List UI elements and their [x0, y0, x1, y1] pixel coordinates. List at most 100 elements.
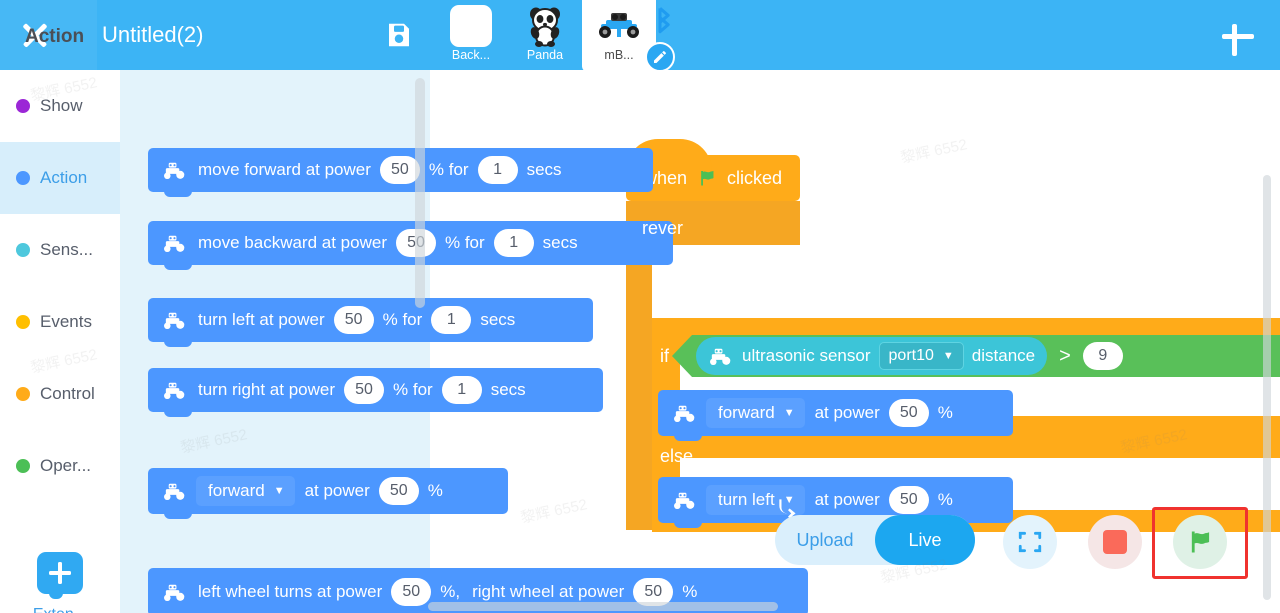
sidebar-label-control: Control [40, 384, 95, 403]
port-dropdown[interactable]: port10 ▼ [878, 342, 964, 370]
panda-sprite-icon [523, 5, 567, 47]
tab-backdrop[interactable]: Back... [434, 0, 508, 72]
category-dot-events [16, 315, 30, 329]
label-at-power: at power [304, 481, 370, 500]
pencil-icon [654, 51, 666, 63]
palette-block-turn-left[interactable]: turn left at power 50 % for 1 secs [148, 298, 593, 347]
block-move-direction-if[interactable]: forward ▼ at power 50 % [658, 390, 1013, 441]
palette-block-move-backward[interactable]: move backward at power 50 % for 1 secs [148, 221, 673, 270]
block-ultrasonic-sensor[interactable]: ultrasonic sensor port10 ▼ distance [696, 337, 1048, 375]
sidebar-label-sensing: Sens... [40, 240, 93, 259]
secs-input[interactable]: 1 [441, 376, 482, 404]
port-value: port10 [888, 347, 934, 364]
label-percent-for: % for [393, 380, 433, 399]
upload-mode-option[interactable]: Upload [775, 515, 875, 565]
sidebar-label-show: Show [40, 96, 83, 115]
power-input[interactable]: 50 [378, 477, 419, 505]
hex-left-cap [672, 335, 692, 377]
tab-label-mbot: mB... [604, 48, 634, 62]
label: turn right at power [198, 380, 336, 399]
bluetooth-icon [658, 7, 670, 34]
label: turn left at power [198, 310, 325, 329]
power-input[interactable]: 50 [379, 156, 420, 184]
canvas-vertical-scrollbar[interactable] [1263, 175, 1271, 600]
palette-block-move-forward[interactable]: move forward at power 50 % for 1 secs [148, 148, 653, 197]
percent-label-else: % [937, 490, 953, 509]
forever-left-wall [626, 245, 652, 520]
chevron-down-icon: ▼ [273, 485, 285, 497]
label-right-wheel: right wheel at power [472, 582, 625, 601]
operator-symbol: > [1059, 344, 1071, 367]
if-label: if [660, 346, 669, 366]
mbot-icon [164, 483, 185, 501]
category-dot-sensing [16, 243, 30, 257]
power-input-else[interactable]: 50 [888, 486, 929, 514]
category-dot-operators [16, 459, 30, 473]
palette-block-move-direction[interactable]: forward ▼ at power 50 % [148, 468, 508, 519]
chevron-down-icon: ▼ [783, 407, 795, 419]
sidebar-item-control[interactable]: Control [0, 358, 120, 430]
live-mode-option[interactable]: Live [875, 515, 975, 565]
extension-label: Exten... [33, 606, 87, 613]
condition-value-input[interactable]: 9 [1082, 342, 1123, 370]
stop-icon [1103, 530, 1127, 554]
direction-value-else: turn left [718, 490, 775, 509]
label-secs: secs [542, 233, 578, 252]
tab-label-backdrop: Back... [451, 48, 491, 62]
add-extension-icon [37, 552, 83, 599]
palette-vertical-scrollbar[interactable] [415, 78, 425, 308]
palette-horizontal-scrollbar[interactable] [428, 602, 778, 611]
tab-panda[interactable]: Panda [508, 0, 582, 72]
secs-input[interactable]: 1 [493, 229, 534, 257]
secs-input[interactable]: 1 [477, 156, 518, 184]
label-percent-for: % for [382, 310, 423, 329]
direction-dropdown-if[interactable]: forward ▼ [706, 398, 805, 428]
save-button[interactable] [378, 14, 420, 56]
sidebar-item-operators[interactable]: Oper... [0, 430, 120, 502]
mblock-app-window: Untitled(2) Back... Panda mB... Show Act… [0, 0, 1280, 613]
power-input[interactable]: 50 [333, 306, 374, 334]
mbot-icon [164, 235, 185, 253]
direction-dropdown[interactable]: forward ▼ [196, 476, 295, 506]
label-percent-for: % for [428, 160, 469, 179]
tab-label-panda: Panda [526, 48, 564, 62]
ultrasonic-sensor-label: ultrasonic sensor [742, 346, 871, 365]
sidebar-item-sensing[interactable]: Sens... [0, 214, 120, 286]
power-input-if[interactable]: 50 [888, 399, 929, 427]
power-input[interactable]: 50 [344, 376, 385, 404]
fullscreen-icon [1018, 531, 1042, 553]
block-greater-than[interactable]: ultrasonic sensor port10 ▼ distance > 9 [672, 335, 1280, 377]
label-percent: % [427, 481, 443, 500]
palette-block-turn-right[interactable]: turn right at power 50 % for 1 secs [148, 368, 603, 417]
add-sprite-button[interactable] [1218, 16, 1258, 56]
mbot-icon [164, 584, 185, 602]
edit-device-button[interactable] [645, 42, 675, 72]
label-percent-2: % [682, 582, 698, 601]
clicked-label: clicked [726, 167, 782, 188]
start-button[interactable] [1173, 515, 1227, 569]
sidebar-item-action[interactable]: Action [0, 142, 120, 214]
sidebar-label-action: Action [40, 168, 88, 187]
left-power-input[interactable]: 50 [391, 578, 432, 606]
label-percent-for: % for [444, 233, 485, 252]
label-secs: secs [480, 310, 516, 329]
add-extension-button[interactable]: Exten... [0, 552, 120, 613]
direction-value: forward [208, 481, 265, 500]
label-secs: secs [526, 160, 562, 179]
fullscreen-button[interactable] [1003, 515, 1057, 569]
sidebar-item-events[interactable]: Events [0, 286, 120, 358]
mbot-device-icon [597, 5, 641, 47]
else-label: else [660, 446, 694, 466]
sidebar-label-operators: Oper... [40, 456, 92, 475]
mbot-icon [164, 312, 185, 330]
project-title: Untitled(2) [102, 22, 204, 47]
direction-value-if: forward [718, 403, 775, 422]
label-secs: secs [490, 380, 526, 399]
stop-button[interactable] [1088, 515, 1142, 569]
mode-toggle[interactable]: Upload Live [775, 515, 975, 565]
forever-label: rever [642, 218, 684, 238]
label: move forward at power [198, 160, 371, 179]
secs-input[interactable]: 1 [431, 306, 472, 334]
top-bar: Untitled(2) Back... Panda mB... [0, 0, 1280, 72]
sidebar-item-show[interactable]: Show [0, 70, 120, 142]
